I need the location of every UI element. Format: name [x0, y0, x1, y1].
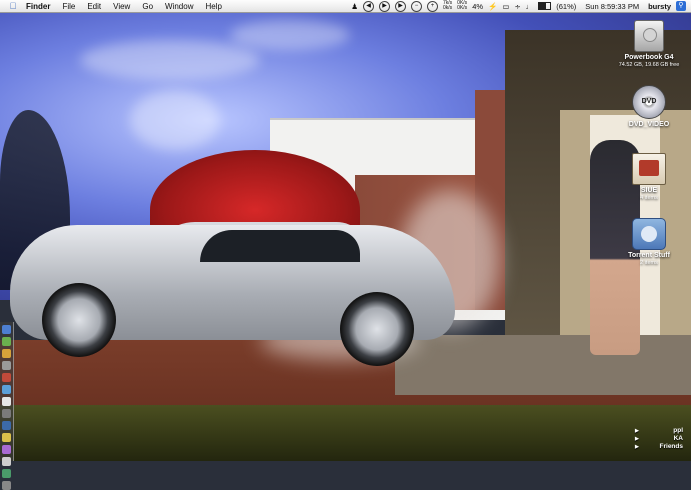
desktop-wallpaper [0, 0, 691, 461]
lawn [0, 405, 691, 461]
dock-app-icon[interactable] [2, 421, 11, 430]
menu-extras: ♟ ◀ ▶ ▶ − + 7k/s 0k/s 0K/s 0K/s 4% ⚡ ▭ ∻ ♩… [351, 0, 691, 12]
volume-down-icon[interactable]: − [411, 0, 422, 12]
porch-steps [395, 335, 691, 395]
desktop-icon-label: DVD_VIDEO [628, 121, 670, 128]
network-rates[interactable]: 7k/s 0k/s [443, 1, 452, 11]
menu-help[interactable]: Help [199, 2, 227, 11]
dock-app-icon[interactable] [2, 373, 11, 382]
desktop-icon-torrent-stuff[interactable]: Torrent Stuff 2 items [614, 218, 684, 267]
desktop-icon-info: 2 items [640, 260, 658, 266]
volume-up-icon[interactable]: + [427, 0, 438, 12]
front-wheel [42, 283, 116, 357]
menu-file[interactable]: File [56, 2, 81, 11]
menu-edit[interactable]: Edit [81, 2, 107, 11]
desktop-icon-label: SIUE [640, 187, 658, 194]
battery-icon[interactable] [538, 2, 552, 10]
desktop-icon-label: Torrent Stuff [628, 252, 670, 259]
display-icon[interactable]: ▭ [502, 2, 509, 11]
dock-app-icon[interactable] [2, 457, 11, 466]
menu-view[interactable]: View [107, 2, 136, 11]
desktop-icon-label: Powerbook G4 [624, 54, 674, 61]
menu-window[interactable]: Window [159, 2, 199, 11]
desktop-icon-dvd[interactable]: DVD DVD_VIDEO [614, 85, 684, 129]
rear-wheel [340, 292, 414, 366]
stack-item[interactable]: ▶ ppl [633, 427, 683, 435]
stack-item[interactable]: ▶ KA [633, 435, 683, 443]
rewind-icon[interactable]: ◀ [363, 0, 374, 12]
desktop-icon-info: 74.52 GB, 19.68 GB free [618, 62, 680, 68]
folder-icon [632, 218, 666, 250]
desktop-icon-siue[interactable]: SIUE 4 items [614, 153, 684, 202]
desktop-icon-info: 4 items [640, 195, 658, 201]
disclosure-triangle-icon: ▶ [635, 428, 639, 434]
dock-app-icon[interactable] [2, 349, 11, 358]
cloud [230, 20, 350, 50]
forward-icon[interactable]: ▶ [395, 0, 406, 12]
menu-go[interactable]: Go [136, 2, 159, 11]
wifi-icon[interactable]: ∻ [514, 2, 520, 11]
desktop-icon-powerbook[interactable]: Powerbook G4 74.52 GB, 19.68 GB free [614, 20, 684, 69]
clock[interactable]: Sun 8:59:33 PM [585, 2, 639, 11]
dock-app-icon[interactable] [2, 397, 11, 406]
battery-percent[interactable]: (61%) [556, 2, 576, 11]
cloud [130, 90, 220, 150]
stacks-list: ▶ ppl ▶ KA ▶ Friends [633, 427, 683, 451]
disk-rates[interactable]: 0K/s 0K/s [457, 1, 467, 11]
dock-app-icon[interactable] [2, 469, 11, 478]
dvd-icon: DVD [632, 85, 666, 119]
dock-app-icon[interactable] [2, 361, 11, 370]
folder-icon [632, 153, 666, 185]
dock [0, 322, 14, 490]
menu-bar:  Finder File Edit View Go Window Help ♟… [0, 0, 691, 13]
dock-app-icon[interactable] [2, 385, 11, 394]
spotlight-icon[interactable]: ⚲ [676, 1, 686, 11]
stack-item[interactable]: ▶ Friends [633, 443, 683, 451]
disclosure-triangle-icon: ▶ [635, 444, 639, 450]
disclosure-triangle-icon: ▶ [635, 436, 639, 442]
apple-menu-icon[interactable]:  [6, 1, 20, 11]
dock-app-icon[interactable] [2, 325, 11, 334]
volume-icon[interactable]: ♩ [526, 2, 534, 11]
car-window [200, 230, 360, 262]
user-name[interactable]: bursty [648, 2, 671, 11]
play-pause-icon[interactable]: ▶ [379, 0, 390, 12]
cloud [80, 40, 260, 80]
dock-app-icon[interactable] [2, 481, 11, 490]
user-silhouette-icon[interactable]: ♟ [351, 2, 358, 11]
hard-drive-icon [634, 20, 664, 52]
dock-app-icon[interactable] [2, 445, 11, 454]
dock-app-icon[interactable] [2, 433, 11, 442]
bolt-icon[interactable]: ⚡ [488, 2, 497, 11]
cpu-percent[interactable]: 4% [472, 2, 483, 11]
menu-app-name[interactable]: Finder [20, 2, 56, 11]
dock-app-icon[interactable] [2, 337, 11, 346]
dock-app-icon[interactable] [2, 409, 11, 418]
